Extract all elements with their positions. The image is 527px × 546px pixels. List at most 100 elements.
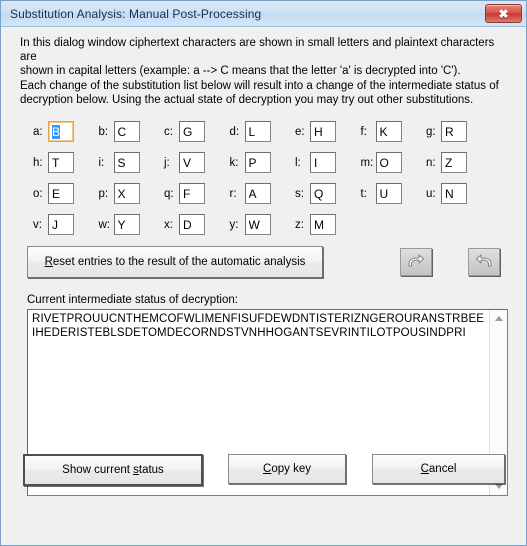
scroll-up-arrow-icon[interactable] (490, 310, 507, 327)
redo-arrow-icon (474, 254, 494, 270)
undo-button[interactable] (400, 248, 432, 277)
substitution-label: g: (426, 125, 436, 138)
substitution-cell: g: (426, 121, 492, 143)
show-current-status-button[interactable]: Show current status (23, 454, 203, 487)
substitution-grid: a: b: c: d: e: f: g: h: i: j: k: l: m: n: o: p: q: r: s: t:… (1, 116, 526, 240)
substitution-input-s[interactable] (310, 183, 336, 205)
substitution-input-g[interactable] (441, 121, 467, 143)
bottom-button-bar: Show current status Copy key Cancel (1, 454, 526, 488)
substitution-input-p[interactable] (113, 183, 140, 205)
substitution-cell: u: (426, 183, 492, 205)
cancel-button[interactable]: Cancel (372, 454, 505, 485)
substitution-cell: d: (229, 121, 296, 143)
substitution-input-d[interactable] (244, 121, 271, 143)
substitution-label: u: (426, 187, 436, 200)
cancel-accel: C (420, 463, 429, 476)
substitution-row: h: i: j: k: l: m: n: (1, 147, 526, 178)
substitution-cell: i: (98, 152, 165, 174)
substitution-input-v[interactable] (48, 214, 74, 236)
substitution-input-h[interactable] (48, 152, 74, 174)
substitution-cell: y: (229, 214, 296, 236)
substitution-label: q: (164, 187, 174, 200)
substitution-cell: k: (229, 152, 296, 174)
substitution-label: d: (229, 125, 240, 138)
substitution-cell: l: (295, 152, 361, 174)
substitution-cell: x: (164, 214, 230, 236)
substitution-cell: v: (33, 214, 99, 236)
substitution-cell: z: (295, 214, 361, 236)
substitution-label: a: (33, 125, 43, 138)
substitution-input-z[interactable] (310, 214, 336, 236)
substitution-label: y: (229, 218, 239, 231)
substitution-input-j[interactable] (179, 152, 205, 174)
substitution-label: x: (164, 218, 173, 231)
substitution-input-x[interactable] (179, 214, 205, 236)
substitution-input-w[interactable] (113, 214, 140, 236)
substitution-label: o: (33, 187, 43, 200)
substitution-input-k[interactable] (244, 152, 271, 174)
substitution-label: l: (295, 156, 301, 169)
substitution-input-n[interactable] (441, 152, 467, 174)
substitution-input-l[interactable] (310, 152, 336, 174)
copy-key-label: opy key (271, 463, 311, 476)
substitution-row: a: b: c: d: e: f: g: (1, 116, 526, 147)
substitution-cell: n: (426, 152, 492, 174)
title-bar: Substitution Analysis: Manual Post-Proce… (1, 1, 526, 27)
substitution-cell: t: (360, 183, 427, 205)
substitution-label: b: (98, 125, 109, 138)
reset-entries-button[interactable]: Reset entries to the result of the autom… (27, 246, 323, 279)
substitution-input-y[interactable] (244, 214, 271, 236)
substitution-input-q[interactable] (179, 183, 205, 205)
substitution-cell: o: (33, 183, 99, 205)
substitution-label: z: (295, 218, 304, 231)
description-line-2: shown in capital letters (example: a -->… (20, 65, 461, 78)
substitution-label: v: (33, 218, 42, 231)
substitution-label: f: (360, 125, 367, 138)
substitution-cell: w: (98, 214, 165, 236)
substitution-label: s: (295, 187, 304, 200)
substitution-label: e: (295, 125, 305, 138)
substitution-input-a[interactable] (48, 121, 74, 143)
substitution-input-i[interactable] (113, 152, 140, 174)
substitution-cell: j: (164, 152, 230, 174)
substitution-label: r: (229, 187, 237, 200)
substitution-cell: m: (360, 152, 427, 174)
substitution-input-c[interactable] (179, 121, 205, 143)
substitution-input-o[interactable] (48, 183, 74, 205)
substitution-cell: p: (99, 183, 165, 205)
undo-arrow-icon (406, 254, 426, 270)
substitution-label: h: (33, 156, 43, 169)
close-button[interactable]: ✖ (485, 4, 522, 23)
copy-key-button[interactable]: Copy key (228, 454, 346, 485)
redo-button[interactable] (468, 248, 500, 277)
show-status-post: tatus (138, 464, 164, 477)
actions-row: Reset entries to the result of the autom… (1, 246, 526, 288)
dialog-window: Substitution Analysis: Manual Post-Proce… (0, 0, 527, 546)
substitution-label: j: (164, 156, 170, 169)
substitution-cell: c: (164, 121, 230, 143)
substitution-input-f[interactable] (375, 121, 402, 143)
substitution-cell: h: (33, 152, 99, 174)
substitution-input-e[interactable] (310, 121, 336, 143)
substitution-input-r[interactable] (244, 183, 271, 205)
substitution-label: t: (360, 187, 367, 200)
substitution-label: m: (360, 156, 374, 169)
substitution-input-m[interactable] (375, 152, 402, 174)
window-title: Substitution Analysis: Manual Post-Proce… (10, 6, 262, 21)
substitution-input-b[interactable] (113, 121, 140, 143)
substitution-label: n: (426, 156, 436, 169)
show-status-pre: Show current (62, 464, 134, 477)
dialog-content: In this dialog window ciphertext charact… (1, 36, 526, 497)
substitution-row: v: w: x: y: z: (1, 209, 526, 240)
substitution-input-t[interactable] (375, 183, 402, 205)
reset-accel: R (44, 256, 53, 269)
substitution-label: i: (98, 156, 105, 169)
description-line-1: In this dialog window ciphertext charact… (20, 37, 495, 64)
description-line-4: decryption below. Using the actual state… (20, 93, 474, 106)
close-icon: ✖ (498, 6, 509, 21)
substitution-input-u[interactable] (441, 183, 467, 205)
substitution-label: w: (98, 218, 111, 231)
substitution-cell: a: (33, 121, 99, 143)
cancel-label: ancel (428, 463, 457, 476)
substitution-label: k: (229, 156, 239, 169)
